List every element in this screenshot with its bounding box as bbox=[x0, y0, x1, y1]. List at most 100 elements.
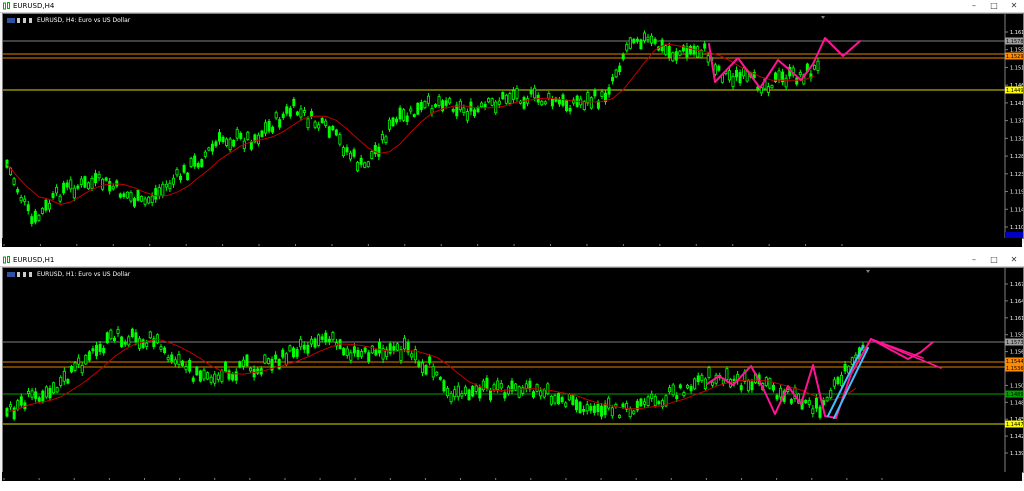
candle bbox=[310, 111, 314, 117]
candle bbox=[320, 117, 324, 123]
candle bbox=[550, 98, 554, 107]
candle bbox=[840, 374, 844, 386]
candle bbox=[504, 94, 508, 104]
candle bbox=[235, 129, 239, 139]
time-tick-label: 5 Jun 00:00 bbox=[515, 247, 541, 253]
candle bbox=[735, 69, 739, 78]
candle bbox=[327, 338, 331, 343]
candle bbox=[66, 378, 70, 384]
candle bbox=[607, 397, 611, 409]
candle bbox=[309, 338, 313, 345]
minimize-button[interactable]: – bbox=[967, 0, 981, 12]
candle bbox=[503, 392, 507, 399]
candle bbox=[643, 401, 647, 405]
candle bbox=[814, 397, 818, 409]
candle bbox=[607, 87, 611, 95]
candle bbox=[177, 354, 181, 366]
candle bbox=[618, 65, 622, 73]
candle bbox=[674, 51, 678, 61]
candle bbox=[377, 341, 381, 354]
time-tick-label: 17 Jun 07:00 bbox=[391, 481, 420, 487]
candle bbox=[653, 38, 657, 44]
candle bbox=[446, 388, 450, 397]
candle bbox=[44, 199, 48, 211]
candle bbox=[55, 186, 59, 194]
candle bbox=[331, 125, 335, 131]
candle bbox=[47, 202, 51, 210]
candle bbox=[281, 113, 285, 118]
candle bbox=[123, 341, 127, 345]
price-chart-h4[interactable]: 1.161001.155151.151001.146451.141901.137… bbox=[2, 13, 1024, 239]
candle bbox=[471, 385, 475, 397]
candle bbox=[628, 408, 632, 418]
candle bbox=[130, 328, 134, 338]
candle bbox=[349, 152, 353, 160]
candle bbox=[221, 136, 225, 143]
candle bbox=[423, 101, 427, 109]
candle bbox=[195, 366, 199, 376]
shift-marker-icon bbox=[821, 16, 825, 19]
candle bbox=[664, 45, 668, 55]
candle bbox=[492, 384, 496, 391]
candle bbox=[442, 380, 446, 392]
candle bbox=[288, 345, 292, 352]
candle bbox=[611, 76, 615, 82]
candle bbox=[642, 32, 646, 41]
time-tick-label: 18 Jun 23:00 bbox=[567, 481, 596, 487]
candle bbox=[223, 361, 227, 373]
candle bbox=[360, 351, 364, 357]
candle bbox=[102, 347, 106, 354]
time-tick-label: 26 May 00:00 bbox=[296, 247, 328, 253]
candle bbox=[109, 329, 113, 340]
candle bbox=[342, 347, 346, 356]
price-tick-label: 1.16725 bbox=[1010, 282, 1023, 288]
candle bbox=[453, 389, 457, 398]
candle bbox=[632, 410, 636, 415]
candle bbox=[186, 172, 190, 181]
close-button[interactable]: ✕ bbox=[1007, 254, 1021, 266]
candle bbox=[111, 185, 115, 190]
candle bbox=[522, 97, 526, 109]
candle bbox=[76, 185, 80, 189]
candle bbox=[542, 389, 546, 398]
time-tick-label: 21 May 08:00 bbox=[224, 247, 256, 253]
candle bbox=[671, 52, 675, 62]
flag-icon bbox=[7, 18, 15, 23]
candle bbox=[147, 196, 151, 204]
minimize-button[interactable]: – bbox=[967, 254, 981, 266]
candle bbox=[596, 404, 600, 413]
price-tick-label: 1.14250 bbox=[1010, 434, 1023, 440]
candle bbox=[163, 347, 167, 354]
candle bbox=[182, 165, 186, 173]
candle bbox=[675, 395, 679, 400]
candle bbox=[324, 332, 328, 343]
candle bbox=[582, 100, 586, 111]
candle bbox=[434, 104, 438, 108]
candle bbox=[112, 337, 116, 341]
bars-icon bbox=[17, 18, 35, 23]
time-tick-label: 23 Jun 00:00 bbox=[843, 247, 872, 253]
price-chart-h1[interactable]: 1.16725 1.16450 1.16175 1.15900 1.15625 1.153… bbox=[2, 267, 1024, 473]
candle bbox=[302, 344, 306, 350]
candle bbox=[426, 95, 430, 104]
window-title: EURUSD,H4 bbox=[13, 2, 55, 10]
moving-average bbox=[6, 43, 815, 206]
candle bbox=[775, 394, 779, 400]
moving-average bbox=[6, 338, 857, 413]
candle bbox=[428, 356, 432, 364]
candle bbox=[324, 120, 328, 126]
time-tick-label: 3 Jun 16:00 bbox=[479, 247, 505, 253]
price-tick-label: 1.13735 bbox=[1010, 119, 1023, 125]
price-tick-label: 1.13280 bbox=[1010, 136, 1023, 142]
candle bbox=[150, 195, 154, 204]
candle bbox=[97, 173, 101, 179]
candle bbox=[738, 72, 742, 84]
maximize-button[interactable]: □ bbox=[987, 0, 1001, 12]
candle bbox=[682, 392, 686, 397]
candle bbox=[472, 109, 476, 117]
candle bbox=[105, 332, 109, 344]
candle bbox=[779, 387, 783, 398]
candle bbox=[515, 88, 519, 99]
maximize-button[interactable]: □ bbox=[987, 254, 1001, 266]
close-button[interactable]: ✕ bbox=[1007, 0, 1021, 12]
